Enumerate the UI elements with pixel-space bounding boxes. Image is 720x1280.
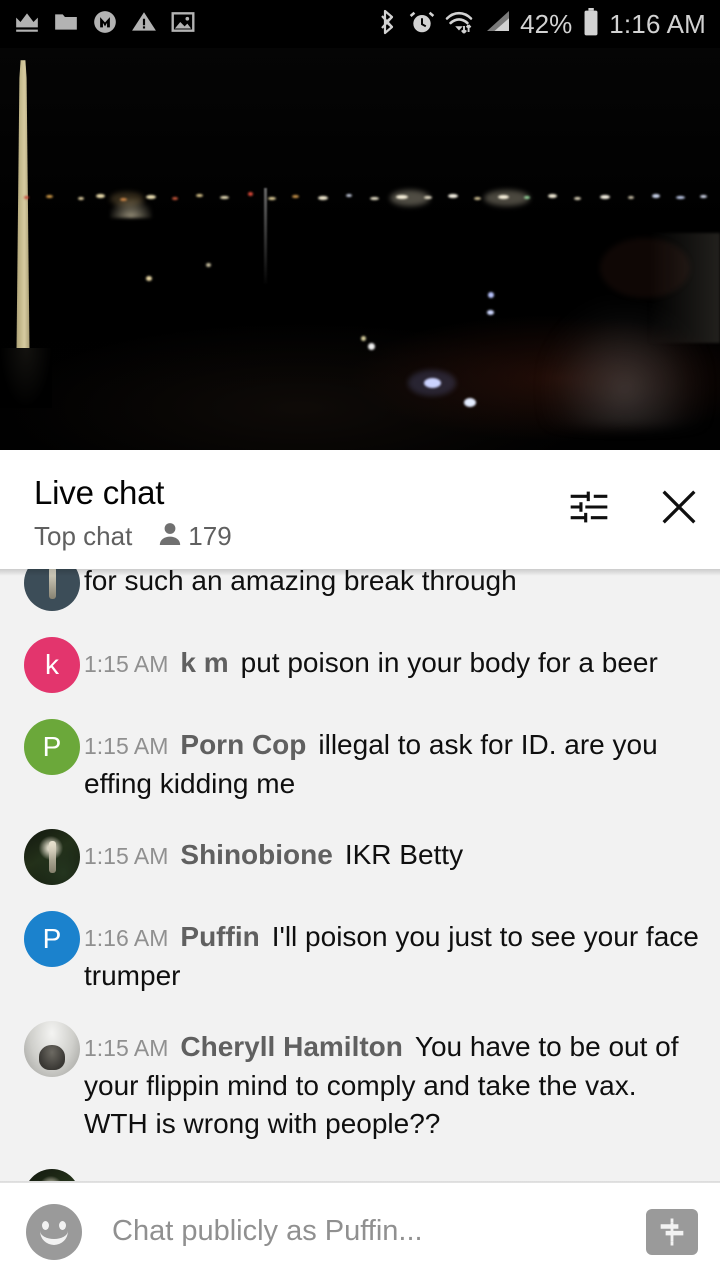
list-item[interactable]: 1:16 AMShinobioneSo it’s good enough for… — [0, 1169, 720, 1181]
message-timestamp: 1:15 AM — [84, 843, 169, 869]
wifi-icon — [444, 9, 474, 40]
message-body: 1:15 AM Shinobione IKR Betty — [84, 829, 700, 885]
message-text: for such an amazing break through — [84, 569, 517, 596]
message-body: 1:15 AM Cheryll Hamilton You have to be ou… — [84, 1021, 700, 1143]
chat-input-bar — [0, 1183, 720, 1280]
cell-signal-icon — [483, 9, 511, 40]
message-author[interactable]: k m — [180, 647, 228, 678]
alarm-icon — [409, 9, 435, 40]
folder-icon — [53, 9, 79, 40]
dollar-superchat-icon[interactable] — [646, 1208, 698, 1255]
avatar[interactable] — [24, 569, 80, 611]
chat-subtitle-row: Top chat 179 — [34, 520, 232, 552]
person-icon — [158, 521, 182, 552]
warning-triangle-icon — [131, 9, 157, 40]
message-text: IKR Betty — [344, 839, 464, 870]
list-item[interactable]: 1:15 AM Shinobione IKR Betty — [0, 829, 720, 885]
live-chat-header: Live chat Top chat 179 — [0, 456, 720, 569]
status-bar-notification-icons — [14, 9, 196, 40]
list-item[interactable]: for such an amazing break through — [0, 569, 720, 611]
avatar[interactable]: k — [24, 637, 80, 693]
battery-icon — [582, 7, 600, 41]
chat-header-actions — [566, 472, 702, 530]
battery-percent: 42% — [520, 8, 573, 39]
avatar[interactable] — [24, 1021, 80, 1077]
crown-icon — [14, 9, 40, 40]
message-author[interactable]: Porn Cop — [180, 729, 306, 760]
message-timestamp: 1:15 AM — [84, 733, 169, 759]
image-icon — [170, 9, 196, 40]
avatar-letter: P — [42, 731, 62, 762]
tune-sliders-icon[interactable] — [566, 484, 612, 530]
list-item[interactable]: P 1:15 AM Porn Cop illegal to ask for ID. … — [0, 719, 720, 803]
avatar[interactable]: P — [24, 911, 80, 967]
message-text: I'll poison you just to see your face tr… — [84, 921, 699, 991]
viewer-count: 179 — [188, 520, 232, 551]
app-screen: 42% 1:16 AM Live chat Top chat 179 for s… — [0, 0, 720, 1280]
monument-base-shadow — [0, 348, 52, 408]
message-text: put poison in your body for a beer — [240, 647, 658, 678]
chat-mode-label[interactable]: Top chat — [34, 520, 132, 552]
list-item[interactable]: P 1:16 AM Puffin I'll poison you just to s… — [0, 911, 720, 995]
bluetooth-icon — [376, 8, 400, 41]
emoji-smiley-icon[interactable] — [26, 1203, 82, 1260]
message-timestamp: 1:15 AM — [84, 651, 169, 677]
avatar[interactable] — [24, 829, 80, 885]
message-body: 1:15 AM Porn Cop illegal to ask for ID. ar… — [84, 719, 700, 803]
list-item[interactable]: k 1:15 AM k m put poison in your body for … — [0, 637, 720, 693]
avatar[interactable]: P — [24, 719, 80, 775]
chat-input[interactable] — [82, 1215, 646, 1248]
close-x-icon[interactable] — [656, 484, 702, 530]
avatar-letter: k — [45, 649, 59, 680]
viewer-count-block: 179 — [158, 520, 232, 552]
message-text: illegal to ask for ID. are you effing ki… — [84, 729, 658, 799]
message-author[interactable]: Cheryll Hamilton — [180, 1031, 402, 1062]
message-body: 1:16 AM Puffin I'll poison you just to see… — [84, 911, 700, 995]
clock-time: 1:16 AM — [609, 8, 706, 39]
chat-title-block: Live chat Top chat 179 — [34, 472, 232, 552]
city-skyline-lights — [0, 182, 720, 210]
status-bar: 42% 1:16 AM — [0, 0, 720, 48]
message-body: for such an amazing break through — [84, 569, 700, 611]
chat-message-list[interactable]: for such an amazing break through k 1:15… — [0, 569, 720, 1181]
page-title: Live chat — [34, 474, 165, 511]
m-circle-icon — [92, 9, 118, 40]
avatar-letter: P — [42, 923, 62, 954]
message-author[interactable]: Shinobione — [180, 839, 332, 870]
list-item[interactable]: 1:15 AM Cheryll Hamilton You have to be ou… — [0, 1021, 720, 1143]
status-bar-system-icons: 42% 1:16 AM — [376, 7, 706, 41]
video-player[interactable] — [0, 48, 720, 450]
message-author[interactable]: Puffin — [180, 921, 259, 952]
message-timestamp: 1:16 AM — [84, 925, 169, 951]
message-timestamp: 1:15 AM — [84, 1035, 169, 1061]
message-body: 1:16 AMShinobioneSo it’s good enough for… — [84, 1169, 700, 1181]
message-body: 1:15 AM k m put poison in your body for a … — [84, 637, 700, 693]
avatar[interactable] — [24, 1169, 80, 1181]
